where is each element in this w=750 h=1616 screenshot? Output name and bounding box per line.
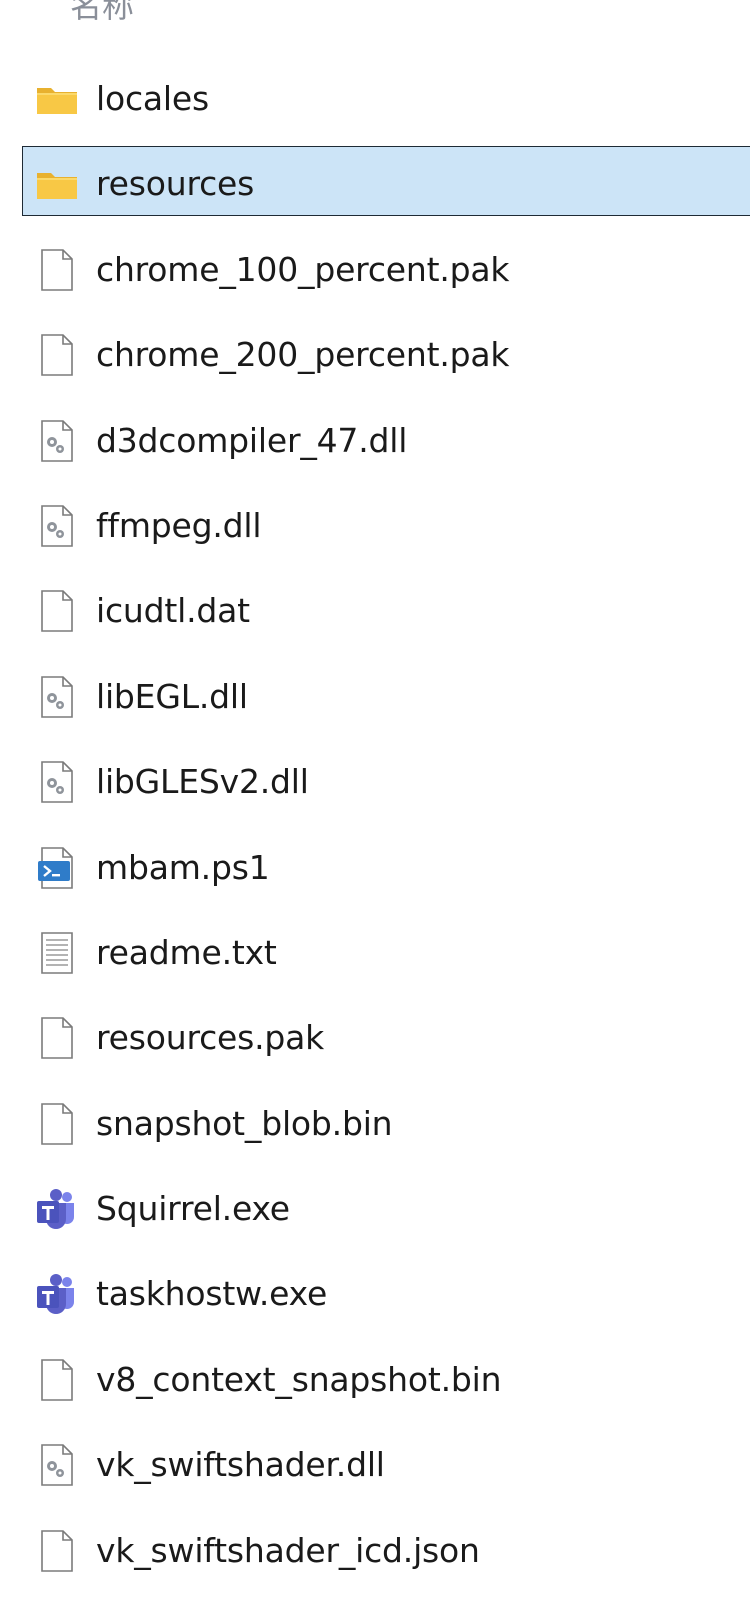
file-list: locales resources chrome_100_percent.pakch…: [0, 58, 750, 1595]
file-row[interactable]: mbam.ps1: [0, 827, 750, 912]
dll-icon: [34, 503, 80, 549]
file-row[interactable]: chrome_100_percent.pak: [0, 229, 750, 314]
file-icon: [34, 1015, 80, 1061]
dll-icon: [34, 759, 80, 805]
file-row[interactable]: snapshot_blob.bin: [0, 1083, 750, 1168]
file-row[interactable]: readme.txt: [0, 912, 750, 997]
file-name: chrome_100_percent.pak: [96, 249, 510, 289]
file-name: libEGL.dll: [96, 676, 248, 716]
file-icon: [34, 1357, 80, 1403]
file-icon: [34, 332, 80, 378]
file-name: chrome_200_percent.pak: [96, 335, 510, 375]
file-name: ffmpeg.dll: [96, 505, 262, 545]
file-row[interactable]: icudtl.dat: [0, 570, 750, 655]
file-name: v8_context_snapshot.bin: [96, 1359, 502, 1399]
file-name: d3dcompiler_47.dll: [96, 420, 408, 460]
dll-icon: [34, 1442, 80, 1488]
teams-app-icon: [34, 1271, 80, 1317]
dll-icon: [34, 674, 80, 720]
file-row[interactable]: vk_swiftshader_icd.json: [0, 1510, 750, 1595]
file-icon: [34, 588, 80, 634]
file-name: readme.txt: [96, 932, 277, 972]
file-name: mbam.ps1: [96, 847, 270, 887]
file-name: resources: [96, 164, 255, 204]
file-name: libGLESv2.dll: [96, 762, 309, 802]
file-name: Squirrel.exe: [96, 1189, 290, 1229]
file-name: vk_swiftshader_icd.json: [96, 1530, 480, 1570]
file-row[interactable]: locales: [0, 58, 750, 143]
dll-icon: [34, 418, 80, 464]
file-row[interactable]: libGLESv2.dll: [0, 741, 750, 826]
file-name: vk_swiftshader.dll: [96, 1445, 385, 1485]
file-name: locales: [96, 79, 209, 118]
file-row[interactable]: resources: [0, 143, 750, 228]
file-row[interactable]: v8_context_snapshot.bin: [0, 1339, 750, 1424]
teams-app-icon: [34, 1186, 80, 1232]
file-row[interactable]: chrome_200_percent.pak: [0, 314, 750, 399]
powershell-script-icon: [34, 845, 80, 891]
folder-icon: [34, 76, 80, 122]
file-row[interactable]: libEGL.dll: [0, 656, 750, 741]
file-name: snapshot_blob.bin: [96, 1103, 393, 1143]
file-icon: [34, 1101, 80, 1147]
text-file-icon: [34, 930, 80, 976]
column-header-name[interactable]: 名称: [70, 0, 134, 26]
file-icon: [34, 247, 80, 293]
file-icon: [34, 1528, 80, 1574]
file-row[interactable]: Squirrel.exe: [0, 1168, 750, 1253]
file-name: resources.pak: [96, 1018, 325, 1058]
file-row[interactable]: d3dcompiler_47.dll: [0, 400, 750, 485]
file-row[interactable]: vk_swiftshader.dll: [0, 1424, 750, 1509]
file-name: icudtl.dat: [96, 591, 250, 631]
file-row[interactable]: ffmpeg.dll: [0, 485, 750, 570]
file-row[interactable]: resources.pak: [0, 997, 750, 1082]
file-name: taskhostw.exe: [96, 1274, 328, 1314]
file-row[interactable]: taskhostw.exe: [0, 1253, 750, 1338]
folder-icon: [34, 161, 80, 207]
